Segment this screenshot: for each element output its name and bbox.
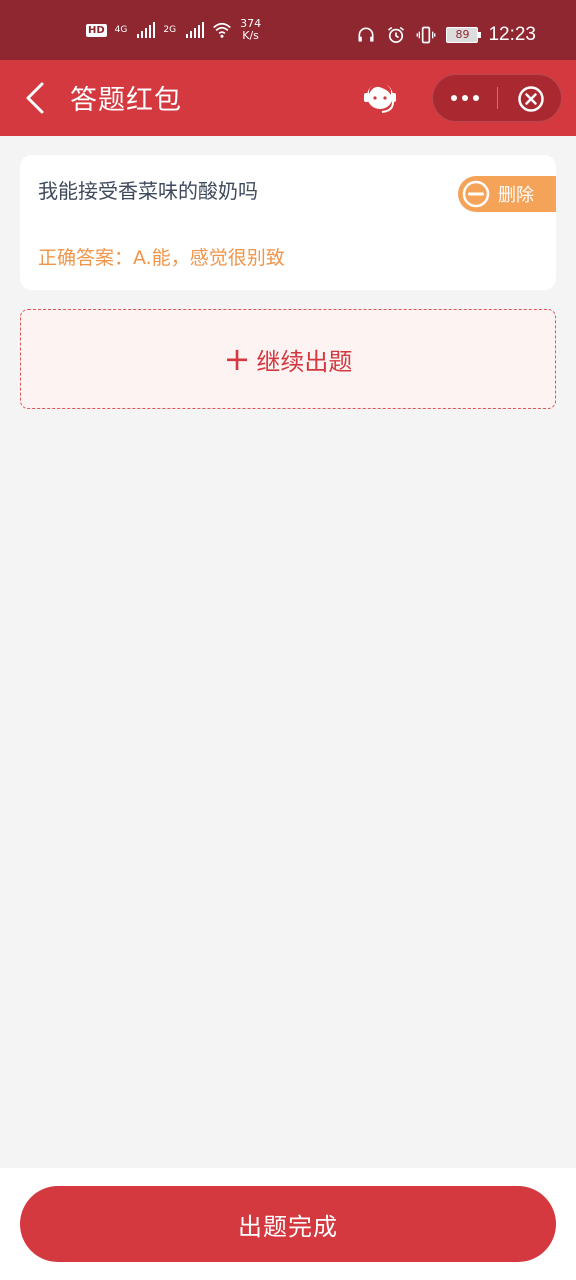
status-left: HD 4G 2G 374 K/s [86, 18, 261, 42]
customer-service-icon[interactable] [360, 78, 400, 118]
battery-icon: 89 [446, 27, 482, 43]
minus-circle-icon [462, 180, 490, 208]
status-right: 89 12:23 [356, 24, 536, 46]
close-circle-icon[interactable] [517, 85, 545, 113]
more-button[interactable] [433, 75, 497, 121]
plus-icon: + [223, 340, 251, 378]
finish-button[interactable]: 出题完成 [20, 1186, 556, 1262]
nav-bar: 答题红包 [0, 60, 576, 136]
signal-icon-2 [186, 22, 205, 38]
capsule-divider [497, 87, 498, 109]
signal-icon [137, 22, 156, 38]
headphones-icon [358, 27, 374, 42]
continue-question-button[interactable]: + 继续出题 [20, 309, 556, 409]
hd-badge: HD [86, 23, 107, 37]
clock: 12:23 [488, 24, 536, 45]
more-dot-icon [462, 95, 468, 101]
question-card: 我能接受香菜味的酸奶吗 删除 正确答案：A.能，感觉很别致 [20, 155, 556, 290]
speed-unit: K/s [242, 29, 259, 42]
bottom-bar: 出题完成 [0, 1168, 576, 1280]
continue-label: 继续出题 [256, 347, 353, 376]
vibrate-icon [417, 26, 436, 44]
more-dot-icon [473, 95, 479, 101]
network-4g-label: 4G [114, 25, 128, 35]
network-2g-label: 2G [163, 25, 177, 35]
back-icon[interactable] [22, 80, 52, 116]
delete-button[interactable]: 删除 [458, 176, 556, 212]
network-speed: 374 K/s [240, 18, 261, 42]
more-dot-icon [451, 95, 457, 101]
delete-label: 删除 [498, 185, 534, 206]
wifi-icon [213, 22, 231, 38]
correct-answer: 正确答案：A.能，感觉很别致 [38, 247, 285, 269]
question-text: 我能接受香菜味的酸奶吗 [38, 179, 258, 203]
status-bar: HD 4G 2G 374 K/s 89 12:23 [0, 0, 576, 60]
page-title: 答题红包 [70, 85, 182, 116]
alarm-icon [388, 26, 405, 43]
mini-program-capsule [432, 74, 562, 122]
